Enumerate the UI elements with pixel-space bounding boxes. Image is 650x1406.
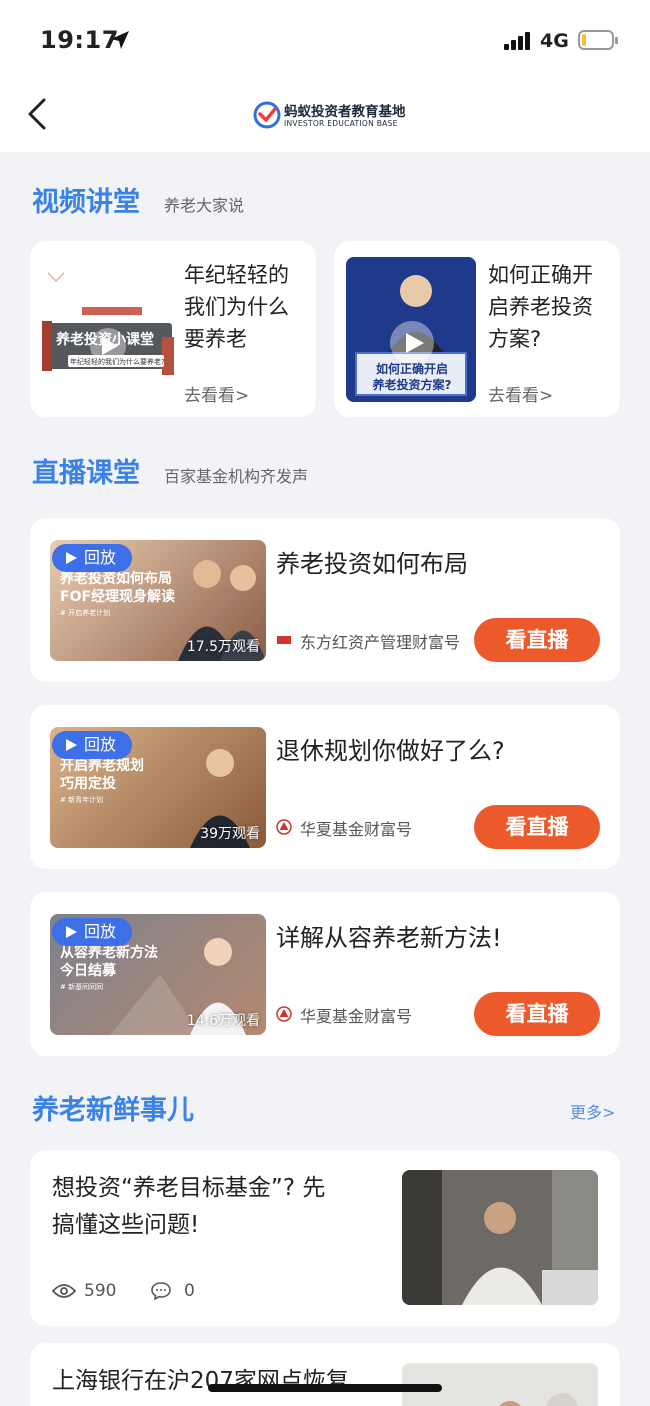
- view-count: 14.6万观看: [186, 1013, 260, 1029]
- article-title: 上海银行在沪207家网点恢复: [52, 1368, 349, 1394]
- video-card[interactable]: 养老投资小课堂 年纪轻轻的我们为什么要养老? 年纪轻轻的 我们为什么 要养老 去…: [30, 241, 316, 417]
- live-title: 退休规划你做好了么?: [276, 737, 505, 765]
- publisher-logo-icon: [276, 1006, 292, 1022]
- nav-bar: 蚂蚁投资者教育基地 INVESTOR EDUCATION BASE: [0, 76, 650, 152]
- home-indicator: [208, 1384, 442, 1392]
- live-item[interactable]: 养老投资如何布局 FOF经理现身解读 # 开启养老计划 回放 17.5万观看 养…: [30, 518, 620, 682]
- view-count: 17.5万观看: [186, 639, 260, 655]
- nav-title: 蚂蚁投资者教育基地: [284, 104, 406, 120]
- back-button[interactable]: [22, 94, 54, 134]
- comment-icon: [151, 1282, 171, 1301]
- video-section-title: 视频讲堂: [32, 187, 140, 218]
- brand-logo-icon: [253, 101, 281, 129]
- live-section-title: 直播课堂: [32, 458, 140, 489]
- video-thumbnail-text: 如何正确开启 养老投资方案?: [372, 362, 452, 392]
- live-title: 详解从容养老新方法!: [276, 924, 502, 952]
- more-link[interactable]: 更多>: [570, 1099, 615, 1123]
- publisher-logo-icon: [277, 636, 291, 644]
- live-thumbnail-headline: 从容养老新方法 今日结募: [60, 945, 158, 979]
- video-thumbnail: 养老投资小课堂 年纪轻轻的我们为什么要养老?: [42, 257, 174, 402]
- publisher-name: 东方红资产管理财富号: [300, 633, 461, 652]
- live-thumbnail: 从容养老新方法 今日结募 # 新基同同同 回放 14.6万观看: [50, 914, 266, 1035]
- video-section-subtitle: 养老大家说: [164, 196, 245, 215]
- publisher-name: 华夏基金财富号: [300, 1007, 413, 1026]
- watch-live-button[interactable]: 看直播: [474, 992, 600, 1036]
- live-title: 养老投资如何布局: [276, 550, 468, 578]
- replay-badge: 回放: [52, 731, 132, 759]
- video-card-go-link[interactable]: 去看看>: [184, 381, 249, 406]
- live-thumbnail-headline: 开启养老规划 巧用定投: [60, 758, 144, 792]
- live-thumbnail-tag: # 新基同同同: [60, 983, 104, 991]
- live-thumbnail: 养老投资如何布局 FOF经理现身解读 # 开启养老计划 回放 17.5万观看: [50, 540, 266, 661]
- live-item[interactable]: 从容养老新方法 今日结募 # 新基同同同 回放 14.6万观看 详解从容养老新方…: [30, 892, 620, 1056]
- replay-badge: 回放: [52, 544, 132, 572]
- publisher-name: 华夏基金财富号: [300, 820, 413, 839]
- article-title: 想投资“养老目标基金”? 先 搞懂这些问题!: [52, 1175, 326, 1238]
- view-count: 39万观看: [200, 826, 260, 842]
- article-comment-count: 0: [184, 1281, 195, 1301]
- article-view-count: 590: [84, 1281, 117, 1301]
- watch-live-button[interactable]: 看直播: [474, 805, 600, 849]
- video-card[interactable]: 如何正确开启 养老投资方案? 如何正确开 启养老投资 方案? 去看看>: [334, 241, 620, 417]
- live-thumbnail-tag: # 开启养老计划: [60, 609, 111, 617]
- live-thumbnail-tag: # 新青年计划: [60, 796, 104, 804]
- video-thumbnail-caption: 年纪轻轻的我们为什么要养老?: [70, 358, 165, 366]
- article-card[interactable]: 上海银行在沪207家网点恢复: [30, 1343, 620, 1406]
- news-section-title: 养老新鲜事儿: [32, 1095, 194, 1126]
- video-card-go-link[interactable]: 去看看>: [488, 381, 553, 406]
- video-card-title: 如何正确开 启养老投资 方案?: [488, 263, 593, 351]
- status-time: 19:17: [40, 26, 119, 54]
- video-card-title: 年纪轻轻的 我们为什么 要养老: [184, 263, 289, 351]
- article-card[interactable]: 想投资“养老目标基金”? 先 搞懂这些问题! 590 0: [30, 1150, 620, 1326]
- article-image: [402, 1170, 598, 1305]
- publisher-logo-icon: [276, 819, 292, 835]
- video-thumbnail-text: 养老投资小课堂: [56, 332, 154, 348]
- live-section-subtitle: 百家基金机构齐发声: [164, 467, 309, 486]
- live-thumbnail: 开启养老规划 巧用定投 # 新青年计划 回放 39万观看: [50, 727, 266, 848]
- live-item[interactable]: 开启养老规划 巧用定投 # 新青年计划 回放 39万观看 退休规划你做好了么? …: [30, 705, 620, 869]
- replay-badge: 回放: [52, 918, 132, 946]
- location-arrow-icon: [111, 31, 129, 49]
- status-bar: 19:17 4G: [0, 0, 650, 76]
- watch-live-button[interactable]: 看直播: [474, 618, 600, 662]
- eye-icon: [52, 1284, 76, 1298]
- live-thumbnail-headline: 养老投资如何布局 FOF经理现身解读: [60, 571, 176, 605]
- network-type: 4G: [540, 30, 569, 52]
- battery-icon: [578, 30, 618, 50]
- video-thumbnail: 如何正确开启 养老投资方案?: [346, 257, 476, 402]
- signal-icon: [504, 32, 532, 50]
- nav-subtitle: INVESTOR EDUCATION BASE: [284, 119, 398, 128]
